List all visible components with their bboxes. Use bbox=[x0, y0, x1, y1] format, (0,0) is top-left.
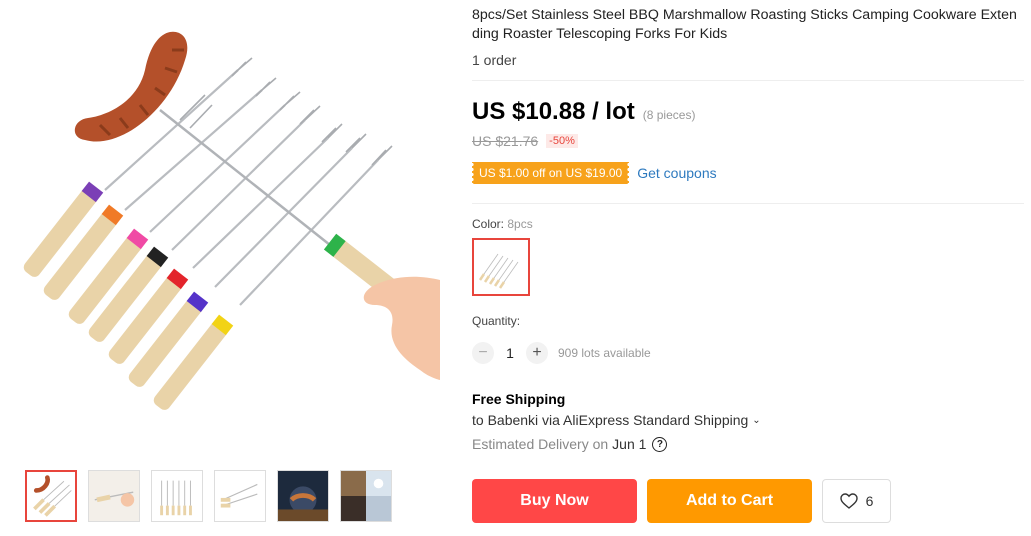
thumbnail-6[interactable] bbox=[340, 470, 392, 522]
original-price-row: US $21.76 -50% bbox=[472, 133, 578, 149]
product-gallery bbox=[0, 0, 440, 455]
buy-now-button[interactable]: Buy Now bbox=[472, 479, 637, 523]
color-label: Color: 8pcs bbox=[472, 217, 533, 231]
color-value: 8pcs bbox=[507, 217, 533, 231]
color-label-text: Color: bbox=[472, 217, 508, 231]
divider bbox=[472, 203, 1024, 204]
add-to-cart-button[interactable]: Add to Cart bbox=[647, 479, 812, 523]
price-row: US $10.88 / lot (8 pieces) bbox=[472, 98, 695, 126]
coupon-row: US $1.00 off on US $19.00 Get coupons bbox=[469, 162, 717, 184]
get-coupons-link[interactable]: Get coupons bbox=[637, 165, 716, 181]
chevron-down-icon: ⌄ bbox=[752, 414, 761, 426]
thumbnail-2[interactable] bbox=[88, 470, 140, 522]
main-product-image[interactable] bbox=[0, 0, 440, 455]
product-info: 8pcs/Set Stainless Steel BBQ Marshmallow… bbox=[472, 0, 1024, 68]
thumbnail-4[interactable] bbox=[214, 470, 266, 522]
heart-icon bbox=[839, 493, 858, 509]
estimated-delivery: Estimated Delivery on Jun 1 ? bbox=[472, 436, 668, 452]
original-price: US $21.76 bbox=[472, 133, 539, 149]
quantity-input[interactable]: 1 bbox=[494, 345, 526, 361]
quantity-label: Quantity: bbox=[472, 314, 521, 328]
shipping-method-selector[interactable]: to Babenki via AliExpress Standard Shipp… bbox=[472, 412, 761, 428]
shipping-detail: to Babenki via AliExpress Standard Shipp… bbox=[472, 412, 749, 428]
piece-count: (8 pieces) bbox=[642, 108, 696, 122]
increase-quantity-button[interactable]: + bbox=[526, 342, 548, 364]
shipping-title: Free Shipping bbox=[472, 391, 566, 407]
thumbnail-5[interactable] bbox=[277, 470, 329, 522]
delivery-label: Estimated Delivery on bbox=[472, 436, 609, 452]
wishlist-count: 6 bbox=[865, 493, 874, 509]
quantity-stepper: − 1 + 909 lots available bbox=[472, 342, 651, 364]
help-icon[interactable]: ? bbox=[652, 436, 668, 452]
color-swatch-8pcs[interactable] bbox=[472, 238, 530, 296]
order-count: 1 order bbox=[472, 52, 517, 68]
thumbnail-3[interactable] bbox=[151, 470, 203, 522]
divider bbox=[472, 80, 1024, 81]
thumbnail-strip bbox=[25, 470, 392, 522]
price: US $10.88 / lot bbox=[472, 98, 635, 125]
product-title: 8pcs/Set Stainless Steel BBQ Marshmallow… bbox=[472, 7, 1017, 42]
thumbnail-1[interactable] bbox=[25, 470, 77, 522]
coupon-badge[interactable]: US $1.00 off on US $19.00 bbox=[469, 162, 632, 184]
delivery-date: Jun 1 bbox=[612, 436, 647, 452]
decrease-quantity-button[interactable]: − bbox=[472, 342, 494, 364]
stock-available: 909 lots available bbox=[558, 346, 651, 360]
discount-badge: -50% bbox=[546, 134, 578, 148]
wishlist-button[interactable]: 6 bbox=[822, 479, 891, 523]
